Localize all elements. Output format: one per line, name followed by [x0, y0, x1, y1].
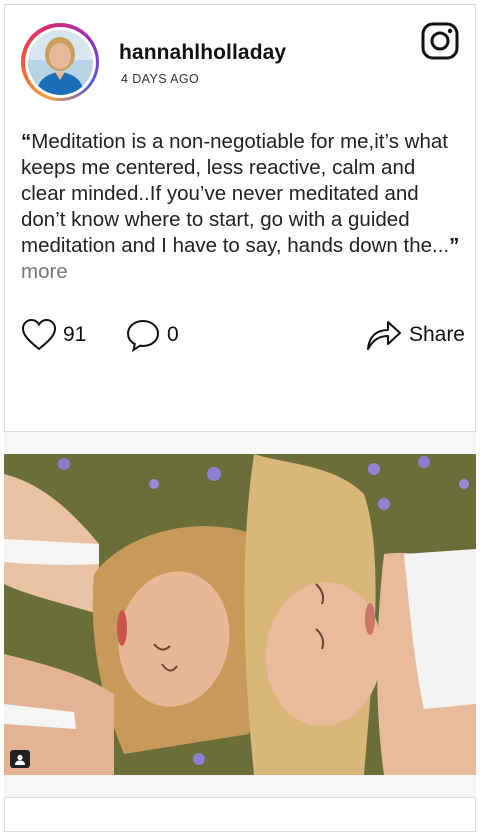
user-tag-glyph — [15, 754, 25, 765]
post-photo[interactable] — [4, 454, 476, 775]
instagram-icon[interactable] — [421, 22, 459, 60]
comment-button[interactable]: 0 — [125, 318, 179, 352]
media-bottom-spacer — [4, 775, 476, 797]
open-quote: “ — [21, 130, 32, 153]
post-timestamp: 4 DAYS AGO — [121, 72, 200, 86]
next-post-card — [4, 797, 476, 832]
user-tag-icon[interactable] — [10, 750, 30, 768]
post-header-card: hannahlholladay 4 DAYS AGO “Meditation i… — [4, 4, 476, 432]
avatar-photo — [27, 29, 93, 95]
post-actions: 91 0 Share — [21, 318, 465, 358]
more-link[interactable]: more — [21, 260, 68, 283]
heart-icon — [21, 318, 57, 351]
like-button[interactable]: 91 — [21, 318, 86, 352]
comment-count: 0 — [167, 323, 179, 346]
post-caption: “Meditation is a non-negotiable for me,i… — [21, 129, 465, 285]
share-arrow-icon — [366, 321, 401, 350]
photo-image — [4, 454, 476, 775]
close-quote: ” — [449, 234, 460, 257]
username[interactable]: hannahlholladay — [119, 41, 286, 65]
share-label: Share — [408, 323, 465, 346]
avatar-ring-gap — [24, 26, 96, 98]
share-button[interactable]: Share — [365, 318, 465, 352]
caption-text: Meditation is a non-negotiable for me,it… — [21, 130, 450, 257]
avatar[interactable] — [21, 23, 99, 101]
like-count: 91 — [63, 323, 87, 346]
comment-icon — [126, 319, 160, 352]
media-top-spacer — [4, 432, 476, 454]
